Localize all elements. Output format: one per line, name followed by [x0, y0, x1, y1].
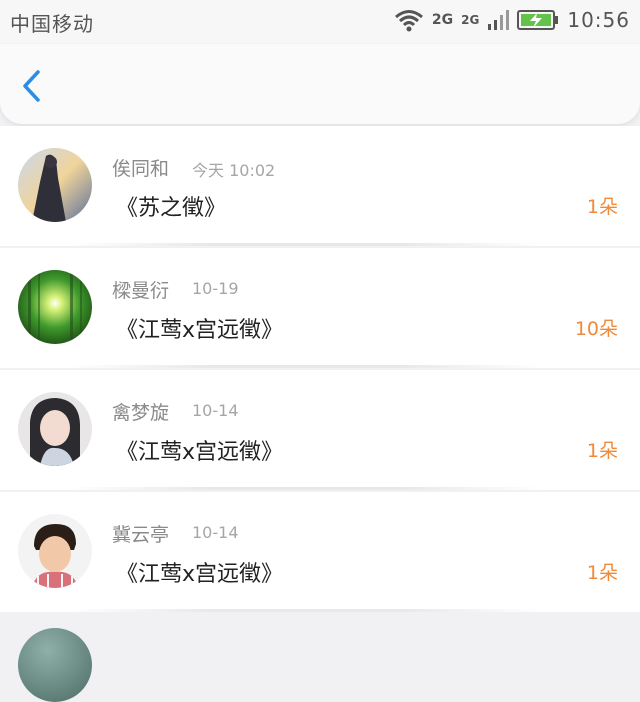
divider [68, 365, 544, 368]
avatar[interactable] [18, 392, 92, 466]
divider [68, 609, 544, 612]
divider [68, 243, 544, 246]
avatar-image [18, 148, 92, 222]
sender-name: 樑曼衍 [112, 280, 170, 302]
carrier-name: 中国移动 [10, 12, 94, 36]
status-time: 10:56 [567, 8, 630, 32]
status-bar: 中国移动 2G 2G 10:56 [0, 0, 640, 44]
list-item[interactable]: 俟同和 今天 10:02 《苏之徵》 1朵 [0, 126, 640, 246]
gift-list: 俟同和 今天 10:02 《苏之徵》 1朵 樑曼衍 10-19 《江莺x宫远徵》… [0, 126, 640, 614]
work-title: 《江莺x宫远徵》 [116, 440, 284, 465]
sender-name: 冀云亭 [112, 524, 170, 546]
timestamp: 今天 10:02 [192, 161, 276, 180]
timestamp: 10-14 [192, 401, 239, 420]
divider [68, 487, 544, 490]
flower-count: 1朵 [586, 440, 618, 462]
status-icons: 2G 2G 10:56 [394, 6, 630, 34]
avatar[interactable] [18, 270, 92, 344]
list-item[interactable]: 冀云亭 10-14 《江莺x宫远徵》 1朵 [0, 492, 640, 612]
work-title: 《江莺x宫远徵》 [116, 562, 284, 587]
flower-count: 1朵 [586, 196, 618, 218]
network-type-1: 2G [431, 12, 454, 28]
list-item[interactable]: 禽梦旋 10-14 《江莺x宫远徵》 1朵 [0, 370, 640, 490]
signal-icon [488, 10, 510, 30]
avatar-image [18, 392, 92, 466]
wifi-icon [394, 10, 423, 32]
network-type-2: 2G [461, 13, 480, 27]
sender-name: 俟同和 [112, 158, 170, 180]
timestamp: 10-19 [192, 279, 239, 298]
battery-charging-icon [517, 10, 559, 30]
nav-header [0, 44, 640, 124]
avatar[interactable] [18, 148, 92, 222]
avatar[interactable] [18, 628, 92, 702]
timestamp: 10-14 [192, 523, 239, 542]
back-button[interactable] [14, 66, 54, 106]
list-item[interactable]: 樑曼衍 10-19 《江莺x宫远徵》 10朵 [0, 248, 640, 368]
sender-name: 禽梦旋 [112, 402, 170, 424]
avatar-image [18, 514, 92, 588]
chevron-left-icon [23, 70, 40, 102]
flower-count: 10朵 [574, 318, 618, 340]
avatar-image [18, 270, 92, 344]
work-title: 《江莺x宫远徵》 [116, 318, 284, 343]
avatar[interactable] [18, 514, 92, 588]
work-title: 《苏之徵》 [116, 196, 227, 221]
flower-count: 1朵 [586, 562, 618, 584]
